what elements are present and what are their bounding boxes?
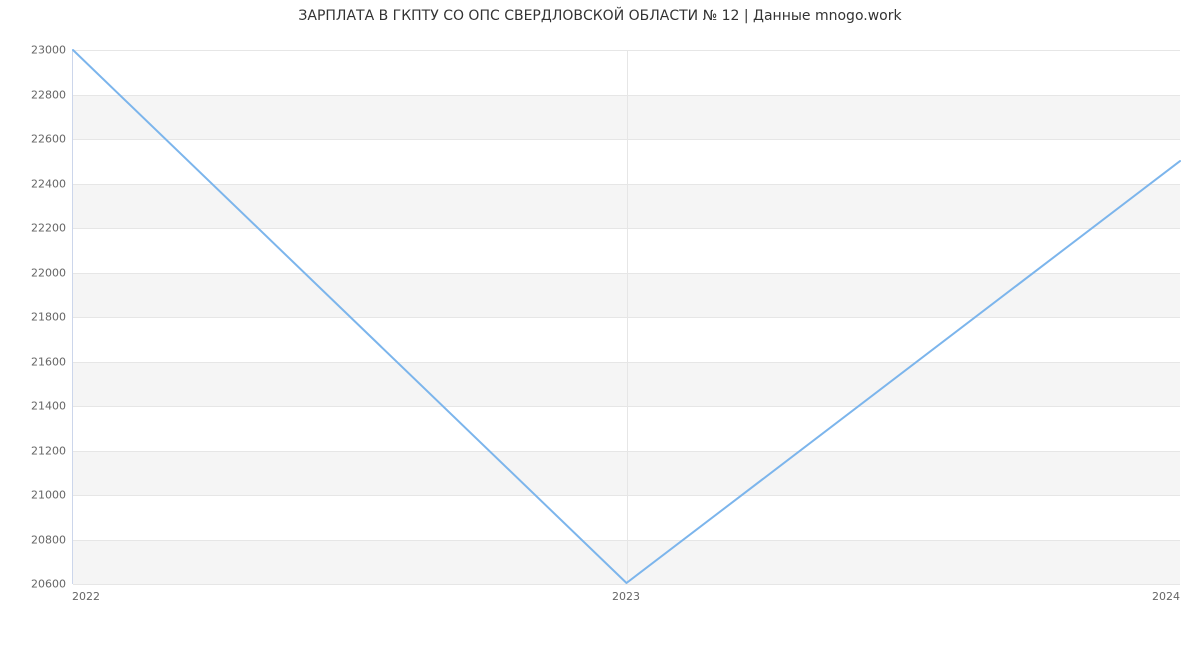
y-tick-label: 21000 (6, 489, 66, 502)
x-tick-label: 2023 (612, 590, 640, 603)
chart-container: ЗАРПЛАТА В ГКПТУ СО ОПС СВЕРДЛОВСКОЙ ОБЛ… (0, 0, 1200, 650)
y-tick-label: 23000 (6, 44, 66, 57)
y-tick-label: 21400 (6, 400, 66, 413)
y-tick-label: 20800 (6, 533, 66, 546)
y-tick-label: 22400 (6, 177, 66, 190)
x-tick-label: 2022 (72, 590, 100, 603)
y-tick-label: 21200 (6, 444, 66, 457)
chart-title: ЗАРПЛАТА В ГКПТУ СО ОПС СВЕРДЛОВСКОЙ ОБЛ… (0, 8, 1200, 24)
y-tick-label: 21600 (6, 355, 66, 368)
line-series (73, 50, 1180, 583)
plot-area (72, 50, 1180, 584)
y-tick-label: 22800 (6, 88, 66, 101)
y-tick-label: 20600 (6, 578, 66, 591)
y-gridline (73, 584, 1180, 585)
y-tick-label: 22600 (6, 133, 66, 146)
y-tick-label: 21800 (6, 311, 66, 324)
salary-line (73, 50, 1180, 583)
y-tick-label: 22000 (6, 266, 66, 279)
x-tick-label: 2024 (1152, 590, 1180, 603)
y-tick-label: 22200 (6, 222, 66, 235)
